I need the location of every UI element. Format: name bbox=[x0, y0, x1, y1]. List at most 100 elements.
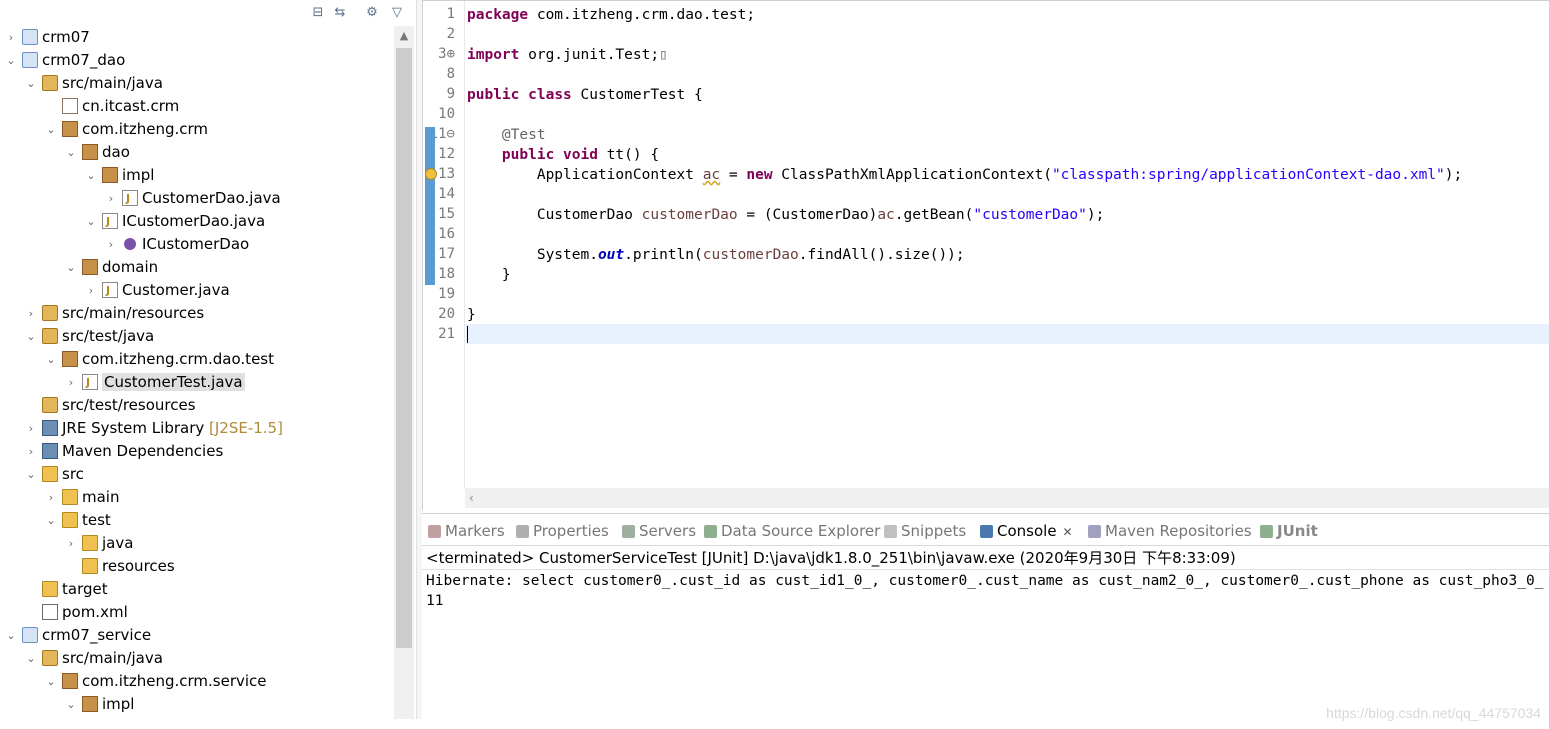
chevron-down-icon[interactable]: ⌄ bbox=[24, 325, 38, 348]
tree-item[interactable]: cn.itcast.crm bbox=[44, 95, 179, 118]
tree-item[interactable]: ⌄ com.itzheng.crm bbox=[44, 118, 208, 141]
code-token: customerDao bbox=[641, 207, 738, 223]
chevron-down-icon[interactable]: ⌄ bbox=[44, 118, 58, 141]
tree-item[interactable]: pom.xml bbox=[24, 601, 128, 624]
tree-item[interactable]: › CustomerDao.java bbox=[104, 187, 281, 210]
tree-item[interactable]: ⌄ com.itzheng.crm.service bbox=[44, 670, 266, 693]
package-icon bbox=[62, 673, 78, 689]
code-token: = (CustomerDao) bbox=[737, 207, 878, 223]
chevron-right-icon[interactable]: › bbox=[104, 187, 118, 210]
tree-item-label: pom.xml bbox=[62, 603, 128, 621]
tree-item[interactable]: ⌄ src/test/java bbox=[24, 325, 154, 348]
chevron-down-icon[interactable]: ⌄ bbox=[44, 670, 58, 693]
chevron-down-icon[interactable]: ⌄ bbox=[4, 624, 18, 647]
chevron-right-icon[interactable]: › bbox=[84, 279, 98, 302]
library-icon bbox=[42, 443, 58, 459]
tree-item[interactable]: ⌄ domain bbox=[64, 256, 158, 279]
tree-item-label: Customer.java bbox=[122, 281, 230, 299]
chevron-down-icon[interactable]: ⌄ bbox=[24, 647, 38, 670]
chevron-right-icon[interactable]: › bbox=[24, 440, 38, 463]
explorer-scroll-thumb[interactable] bbox=[396, 48, 412, 648]
tree-item[interactable]: ⌄ src bbox=[24, 463, 84, 486]
link-editor-icon[interactable]: ⇆ bbox=[332, 5, 348, 21]
tree-item[interactable]: ⌄ impl bbox=[64, 693, 134, 716]
folder-icon bbox=[42, 581, 58, 597]
filter-icon[interactable]: ⚙ bbox=[364, 5, 380, 21]
package-icon bbox=[102, 167, 118, 183]
collapse-all-icon[interactable]: ⊟ bbox=[310, 5, 326, 21]
scroll-up-icon[interactable]: ▲ bbox=[394, 26, 414, 46]
line-number: 8 bbox=[446, 66, 455, 82]
chevron-down-icon[interactable]: ⌄ bbox=[84, 164, 98, 187]
tree-item[interactable]: resources bbox=[64, 555, 175, 578]
chevron-right-icon[interactable]: › bbox=[104, 233, 118, 256]
code-token: ClassPathXmlApplicationContext( bbox=[772, 167, 1052, 183]
chevron-right-icon[interactable]: › bbox=[24, 417, 38, 440]
code-token: ); bbox=[1086, 207, 1105, 223]
current-line-highlight bbox=[466, 324, 1549, 344]
package-icon bbox=[82, 144, 98, 160]
scroll-left-icon[interactable]: ‹ bbox=[469, 488, 474, 508]
tree-item-label: domain bbox=[102, 258, 159, 276]
tree-item[interactable]: › Maven Dependencies bbox=[24, 440, 223, 463]
folder-icon bbox=[82, 535, 98, 551]
tree-item-label: JRE System Library bbox=[62, 419, 205, 437]
editor-horizontal-scrollbar[interactable]: ‹ bbox=[465, 488, 1549, 508]
chevron-down-icon[interactable]: ⌄ bbox=[84, 210, 98, 233]
code-line: import org.junit.Test;▯ bbox=[467, 45, 668, 65]
tree-item[interactable]: › crm07 bbox=[4, 26, 90, 49]
tree-item[interactable]: ⌄ src/main/java bbox=[24, 72, 163, 95]
code-token: "customerDao" bbox=[973, 207, 1087, 223]
chevron-down-icon[interactable]: ⌄ bbox=[64, 256, 78, 279]
chevron-down-icon[interactable]: ⌄ bbox=[44, 509, 58, 532]
java-file-icon bbox=[122, 187, 138, 210]
tree-item[interactable]: ⌄ crm07_dao bbox=[4, 49, 125, 72]
chevron-right-icon[interactable]: › bbox=[44, 486, 58, 509]
tree-item[interactable]: ⌄ ICustomerDao.java bbox=[84, 210, 265, 233]
tree-item[interactable]: › java bbox=[64, 532, 134, 555]
tree-item[interactable]: ⌄ dao bbox=[64, 141, 130, 164]
warning-icon[interactable] bbox=[425, 168, 437, 180]
tree-item[interactable]: › CustomerTest.java bbox=[64, 371, 245, 394]
tree-item[interactable]: › JRE System Library [J2SE-1.5] bbox=[24, 417, 283, 440]
code-token: import bbox=[467, 47, 520, 63]
tree-item[interactable]: ⌄ impl bbox=[84, 164, 154, 187]
code-editor[interactable]: 1 2 3⊕ 8 9 10 11⊖ 12 13 14 15 16 17 18 19 20 21 package … bbox=[422, 0, 1549, 510]
chevron-down-icon[interactable]: ⌄ bbox=[64, 693, 78, 716]
tree-item-label: ICustomerDao.java bbox=[122, 212, 266, 230]
chevron-down-icon[interactable]: ⌄ bbox=[4, 49, 18, 72]
chevron-right-icon[interactable]: › bbox=[4, 26, 18, 49]
chevron-down-icon[interactable]: ⌄ bbox=[64, 141, 78, 164]
chevron-right-icon[interactable]: › bbox=[64, 371, 78, 394]
tree-item[interactable]: › main bbox=[44, 486, 120, 509]
xml-file-icon bbox=[42, 604, 58, 620]
tree-item-label: src/main/java bbox=[62, 649, 163, 667]
tree-item-label: ICustomerDao bbox=[142, 235, 250, 253]
tree-item[interactable]: › Customer.java bbox=[84, 279, 230, 302]
view-menu-icon[interactable]: ▽ bbox=[389, 5, 405, 21]
tree-item-label: CustomerDao.java bbox=[142, 189, 281, 207]
tree-item[interactable]: › src/main/resources bbox=[24, 302, 204, 325]
tree-item[interactable]: ⌄ crm07_service bbox=[4, 624, 151, 647]
code-token: public bbox=[467, 87, 520, 103]
tree-item[interactable]: › ICustomerDao bbox=[104, 233, 249, 256]
tree-item[interactable]: src/test/resources bbox=[24, 394, 196, 417]
library-icon bbox=[42, 420, 58, 436]
tree-item-label: impl bbox=[122, 166, 155, 184]
tree-item[interactable]: ⌄ src/main/java bbox=[24, 647, 163, 670]
tree-item[interactable]: ⌄ com.itzheng.crm.dao.test bbox=[44, 348, 274, 371]
console-output[interactable]: Hibernate: select customer0_.cust_id as … bbox=[422, 514, 1549, 720]
tree-item-label: src bbox=[62, 465, 84, 483]
code-token: "classpath:spring/applicationContext-dao… bbox=[1051, 167, 1445, 183]
chevron-right-icon[interactable]: › bbox=[24, 302, 38, 325]
tree-item[interactable]: target bbox=[24, 578, 108, 601]
tree-item-suffix: [J2SE-1.5] bbox=[204, 419, 283, 437]
empty-package-icon bbox=[62, 98, 78, 114]
console-panel: Markers Properties Servers Data Source Expl… bbox=[422, 513, 1549, 719]
chevron-down-icon[interactable]: ⌄ bbox=[24, 463, 38, 486]
tree-item[interactable]: ⌄ test bbox=[44, 509, 110, 532]
chevron-right-icon[interactable]: › bbox=[64, 532, 78, 555]
chevron-down-icon[interactable]: ⌄ bbox=[24, 72, 38, 95]
chevron-down-icon[interactable]: ⌄ bbox=[44, 348, 58, 371]
